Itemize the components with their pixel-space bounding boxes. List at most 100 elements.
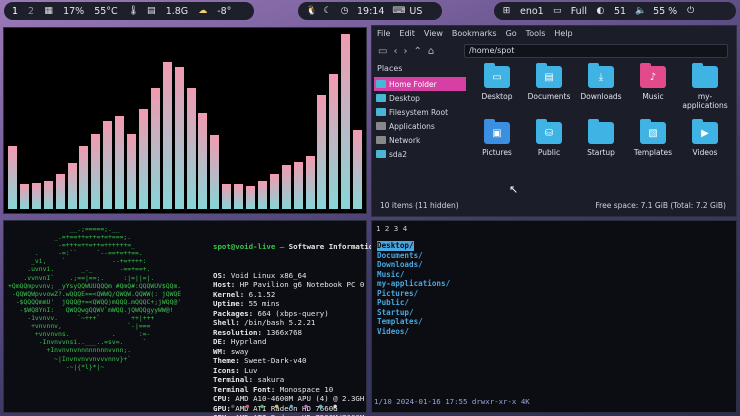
file-label: Templates — [633, 148, 673, 157]
file-item[interactable]: Startup — [576, 119, 626, 157]
file-manager-window[interactable]: File Edit View Bookmarks Go Tools Help ▭… — [371, 25, 737, 217]
visualizer-bar — [138, 109, 148, 209]
place-network[interactable]: Network — [374, 133, 466, 147]
visualizer-bar — [329, 74, 339, 209]
file-item[interactable]: ▤ Documents — [524, 63, 574, 110]
file-item[interactable]: ▣ Pictures — [472, 119, 522, 157]
visualizer-bar — [198, 113, 208, 209]
info-line: DE: Hyprland — [213, 337, 391, 347]
place-home-folder[interactable]: Home Folder — [374, 77, 466, 91]
places-title: Places — [377, 64, 403, 73]
file-grid: ▭ Desktop ▤ Documents ⤓ Downloads ♪ Music my-app… — [472, 63, 734, 157]
file-label: Videos — [692, 148, 718, 157]
moon-icon: ☾ — [323, 5, 332, 16]
clock-icon: ◷ — [340, 5, 349, 16]
info-key: Shell: — [213, 318, 240, 327]
path-input[interactable]: /home/spot — [464, 44, 728, 58]
visualizer-bar — [8, 146, 17, 209]
back-icon[interactable]: ‹ — [393, 46, 397, 57]
info-line: Uptime: 55 mins — [213, 299, 391, 309]
forward-icon[interactable]: › — [403, 46, 407, 57]
lf-entry[interactable]: Pictures/ — [377, 289, 450, 299]
info-key: Uptime: — [213, 299, 245, 308]
file-item[interactable]: ♪ Music — [628, 63, 678, 110]
home-icon[interactable]: ⌂ — [428, 46, 434, 57]
lf-entry[interactable]: Music/ — [377, 270, 450, 280]
info-value: sakura — [257, 375, 285, 384]
file-item[interactable]: ▶ Videos — [680, 119, 730, 157]
color-palette: ● ● ● ● ● ● ● ● — [231, 403, 337, 410]
lf-entry[interactable]: Documents/ — [377, 251, 450, 261]
menu-bookmarks[interactable]: Bookmarks — [452, 29, 497, 38]
file-item[interactable]: my-applications — [680, 63, 730, 110]
place-label: Home Folder — [389, 79, 437, 89]
lf-tabs[interactable]: 1 2 3 4 — [376, 224, 407, 233]
menu-file[interactable]: File — [377, 29, 390, 38]
thermometer-icon: 🌡 — [127, 5, 140, 16]
place-desktop[interactable]: Desktop — [374, 91, 466, 105]
info-key: Host: — [213, 280, 236, 289]
lf-entry[interactable]: Startup/ — [377, 308, 450, 318]
visualizer-bar — [127, 134, 136, 209]
file-item[interactable]: ▭ Desktop — [472, 63, 522, 110]
lf-entry[interactable]: Downloads/ — [377, 260, 450, 270]
visualizer-bar — [67, 163, 77, 209]
up-icon[interactable]: ⌃ — [413, 46, 421, 57]
info-line: Kernel: 6.1.52 — [213, 290, 391, 300]
visualizer-bar — [115, 116, 125, 209]
neofetch-terminal[interactable]: __.;=====;.__ _.=+==++=++=+=+===;. -=+++… — [3, 220, 391, 416]
templates-icon: ▧ — [640, 119, 666, 144]
power-icon[interactable]: ⏻ — [686, 6, 695, 16]
void-linux-logo: __.;=====;.__ _.=+==++=++=+=+===;. -=+++… — [8, 225, 182, 371]
place-label: sda2 — [389, 149, 408, 159]
lf-entry[interactable]: Templates/ — [377, 317, 450, 327]
place-applications[interactable]: Applications — [374, 119, 466, 133]
menu-edit[interactable]: Edit — [399, 29, 415, 38]
lf-terminal[interactable]: 1 2 3 4 Desktop/Documents/Downloads/Musi… — [371, 220, 737, 413]
menu-help[interactable]: Help — [554, 29, 572, 38]
file-item[interactable]: ▧ Templates — [628, 119, 678, 157]
audio-visualizer-window[interactable] — [3, 27, 367, 214]
workspace-1[interactable]: 1 — [12, 6, 18, 17]
visualizer-bar — [79, 146, 89, 209]
file-item[interactable]: ⤓ Downloads — [576, 63, 626, 110]
desktop-icon: ▭ — [484, 63, 510, 88]
file-label: Downloads — [580, 92, 622, 101]
info-line: Shell: /bin/bash 5.2.21 — [213, 318, 391, 328]
info-key: Icons: — [213, 365, 240, 375]
brightness: 51 — [613, 5, 627, 17]
weather-icon: ☁ — [198, 5, 208, 16]
info-key: Packages: — [213, 308, 254, 318]
menu-tools[interactable]: Tools — [526, 29, 546, 38]
desktop-icon — [376, 94, 386, 102]
lf-entry[interactable]: Videos/ — [377, 327, 450, 337]
lf-entry[interactable]: Public/ — [377, 298, 450, 308]
videos-icon: ▶ — [692, 119, 718, 144]
music-icon: ♪ — [640, 63, 666, 88]
place-label: Desktop — [389, 93, 420, 103]
info-value: AMD A10-4600M APU (4) @ 2.3GH — [235, 394, 365, 403]
lf-entry[interactable]: Desktop/ — [377, 241, 414, 251]
menu-go[interactable]: Go — [506, 29, 517, 38]
menu-view[interactable]: View — [424, 29, 443, 38]
place-label: Network — [389, 135, 421, 145]
visualizer-bar — [150, 88, 160, 209]
lf-entry[interactable]: my-applications/ — [377, 279, 450, 289]
workspace-2[interactable]: 2 — [28, 6, 34, 17]
place-filesystem-root[interactable]: Filesystem Root — [374, 105, 466, 119]
file-label: Public — [537, 148, 561, 157]
keyboard-icon: ⌨ — [392, 5, 406, 16]
visualizer-bar — [281, 165, 291, 209]
info-value: HP Pavilion g6 Notebook PC 0 — [239, 280, 365, 289]
new-tab-icon[interactable]: ▭ — [378, 46, 387, 57]
visualizer-bar — [174, 67, 184, 209]
info-value: Void Linux x86_64 — [230, 270, 307, 280]
memory-usage: 1.8G — [165, 5, 189, 17]
visualizer-bar — [353, 130, 363, 209]
file-label: Desktop — [481, 92, 513, 101]
visualizer-bar — [305, 156, 315, 209]
place-sda2[interactable]: sda2 — [374, 147, 466, 161]
info-key: DE: — [213, 337, 227, 346]
file-item[interactable]: ⛁ Public — [524, 119, 574, 157]
visualizer-bar — [222, 184, 232, 209]
